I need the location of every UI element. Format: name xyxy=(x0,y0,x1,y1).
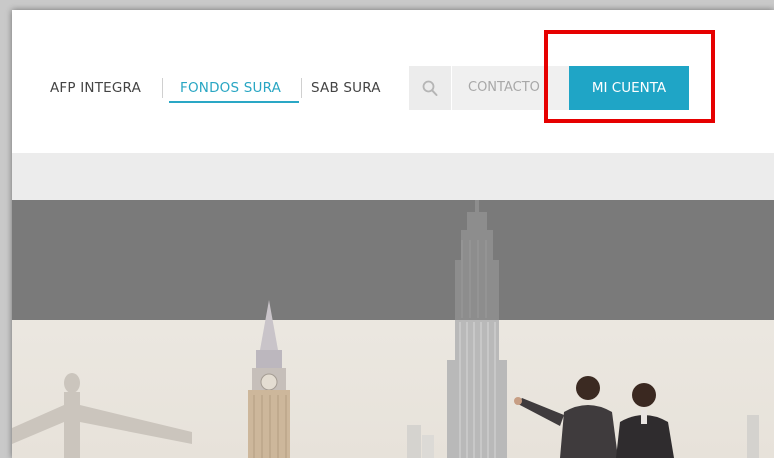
site-header: AFP INTEGRA FONDOS SURA SAB SURA CONTACT… xyxy=(12,10,774,153)
search-icon xyxy=(422,80,438,96)
nav-link-afp-integra[interactable]: AFP INTEGRA xyxy=(50,73,141,103)
nav-link-sab-sura[interactable]: SAB SURA xyxy=(311,73,381,103)
search-button[interactable] xyxy=(409,66,451,110)
active-tab-underline xyxy=(169,101,299,103)
nav-divider xyxy=(162,78,163,98)
hero-image-illustration xyxy=(12,200,774,458)
hero-banner-image xyxy=(12,200,774,458)
contact-label: CONTACTO xyxy=(468,80,540,95)
browser-viewport: AFP INTEGRA FONDOS SURA SAB SURA CONTACT… xyxy=(12,10,774,458)
nav-divider xyxy=(301,78,302,98)
nav-link-fondos-sura[interactable]: FONDOS SURA xyxy=(180,73,281,103)
highlight-box xyxy=(544,30,715,123)
secondary-bar xyxy=(12,153,774,200)
